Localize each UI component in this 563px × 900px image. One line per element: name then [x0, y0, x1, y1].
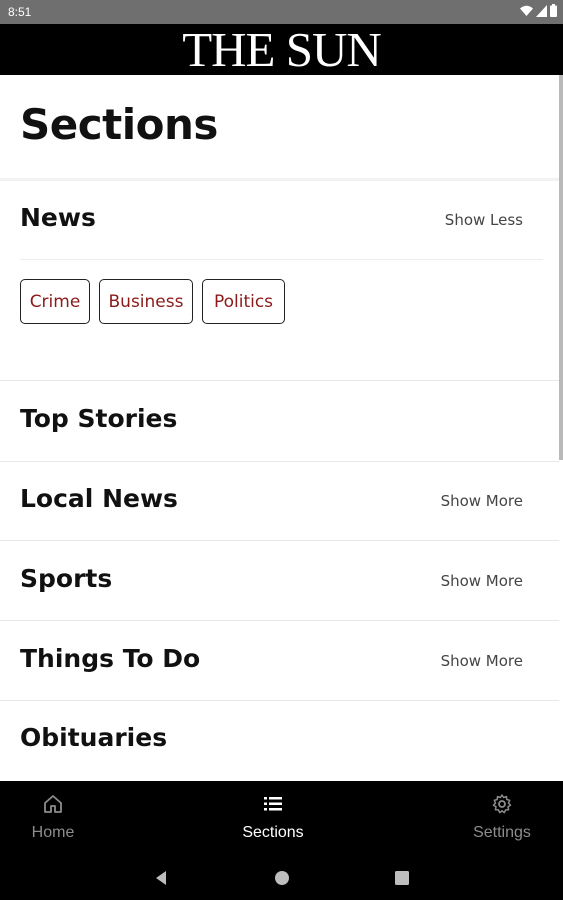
- divider: [20, 259, 543, 260]
- system-nav-bar: [0, 856, 563, 900]
- section-name[interactable]: Things To Do: [20, 644, 200, 674]
- section-name[interactable]: News: [20, 203, 96, 233]
- divider: [0, 461, 559, 462]
- nav-home[interactable]: Home: [0, 781, 128, 856]
- recents-icon[interactable]: [392, 868, 412, 888]
- nav-label: Home: [31, 824, 75, 841]
- scrollbar[interactable]: [559, 75, 563, 460]
- nav-settings[interactable]: Settings: [427, 781, 563, 856]
- chip-politics[interactable]: Politics: [202, 279, 285, 324]
- list-icon: [198, 793, 348, 815]
- battery-icon: [550, 4, 557, 20]
- home-circle-icon[interactable]: [272, 868, 292, 888]
- chip-business[interactable]: Business: [99, 279, 193, 324]
- gear-icon: [427, 793, 563, 815]
- show-less-button[interactable]: Show Less: [445, 210, 523, 230]
- status-icons: [520, 4, 557, 20]
- section-name[interactable]: Obituaries: [20, 723, 167, 753]
- divider: [0, 620, 559, 621]
- status-bar: 8:51: [0, 0, 563, 24]
- signal-icon: [536, 4, 547, 20]
- nav-label: Settings: [473, 824, 531, 841]
- divider: [0, 540, 559, 541]
- divider: [0, 178, 559, 181]
- subsection-chips: Crime Business Politics: [20, 279, 285, 324]
- status-time: 8:51: [8, 5, 32, 19]
- show-more-button[interactable]: Show More: [441, 571, 523, 591]
- divider: [0, 380, 559, 381]
- page-title: Sections: [20, 100, 218, 149]
- section-name[interactable]: Local News: [20, 484, 178, 514]
- wifi-icon: [520, 5, 533, 20]
- masthead: THE SUN: [0, 24, 563, 75]
- section-name[interactable]: Sports: [20, 564, 112, 594]
- section-name[interactable]: Top Stories: [20, 404, 177, 434]
- sections-list[interactable]: Sections News Show Less Crime Business P…: [0, 75, 559, 781]
- masthead-logo: THE SUN: [182, 22, 382, 77]
- back-icon[interactable]: [151, 868, 171, 888]
- show-more-button[interactable]: Show More: [441, 491, 523, 511]
- nav-label: Sections: [242, 824, 304, 841]
- divider: [0, 700, 559, 701]
- show-more-button[interactable]: Show More: [441, 651, 523, 671]
- bottom-nav: Home Sections Settings: [0, 781, 563, 856]
- chip-crime[interactable]: Crime: [20, 279, 90, 324]
- home-icon: [0, 793, 128, 815]
- nav-sections[interactable]: Sections: [198, 781, 348, 856]
